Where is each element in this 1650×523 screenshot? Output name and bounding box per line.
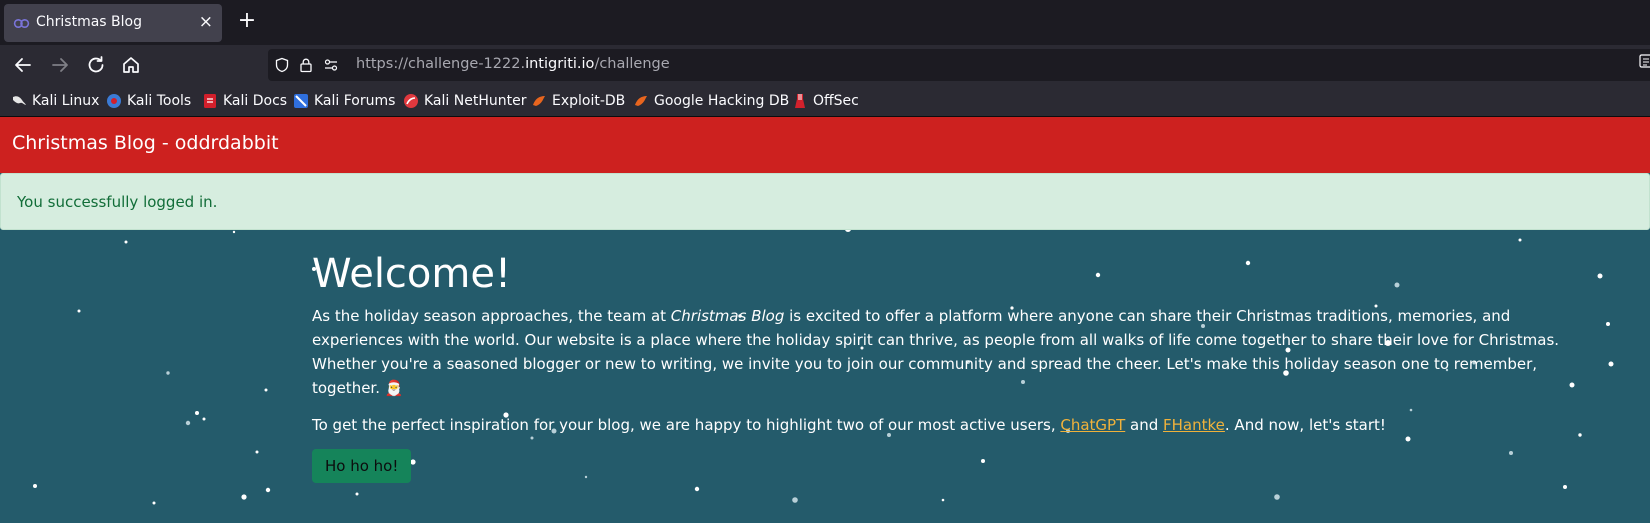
bookmark-label: Exploit-DB (552, 93, 626, 109)
bookmarks-toolbar: Kali Linux Kali Tools Kali Docs Kali For… (0, 85, 1650, 117)
welcome-section: Welcome! As the holiday season approache… (312, 250, 1602, 483)
permissions-icon[interactable] (323, 57, 339, 73)
kali-docs-icon (204, 94, 216, 108)
blog-name-emphasis: Christmas Blog (670, 307, 785, 325)
tab-title: Christmas Blog (36, 14, 142, 30)
bookmark-kali-nethunter[interactable]: Kali NetHunter (403, 91, 526, 111)
reload-icon[interactable] (84, 53, 108, 77)
nethunter-icon (404, 94, 418, 108)
bookmark-label: Kali NetHunter (424, 93, 527, 109)
exploit-db-icon (533, 96, 545, 106)
user-link-fhantke[interactable]: FHantke (1163, 416, 1225, 434)
bookmark-label: Kali Linux (32, 93, 100, 109)
browser-nav-bar: https://challenge-1222.intigriti.io/chal… (0, 45, 1650, 85)
kali-tools-icon (107, 94, 121, 108)
bookmark-kali-tools[interactable]: Kali Tools (106, 91, 191, 111)
browser-tab[interactable]: Christmas Blog × (4, 4, 222, 42)
bookmark-google-hacking-db[interactable]: Google Hacking DB (633, 91, 789, 111)
offsec-icon (795, 94, 805, 108)
kali-forums-icon (294, 94, 308, 108)
kali-dragon-icon (13, 96, 26, 105)
welcome-heading: Welcome! (312, 251, 512, 297)
site-favicon-icon (13, 18, 30, 29)
success-alert: You successfully logged in. (0, 173, 1650, 230)
bookmark-kali-docs[interactable]: Kali Docs (202, 91, 287, 111)
bookmark-offsec[interactable]: OffSec (792, 91, 859, 111)
forward-arrow-icon[interactable] (48, 53, 72, 77)
bookmark-label: OffSec (813, 93, 859, 109)
site-header: Christmas Blog - oddrdabbit (0, 117, 1650, 173)
home-icon[interactable] (119, 53, 143, 77)
bookmark-label: Google Hacking DB (654, 93, 790, 109)
ho-ho-ho-button[interactable]: Ho ho ho! (312, 449, 412, 483)
close-tab-icon[interactable]: × (199, 12, 213, 32)
reader-view-icon[interactable] (1638, 53, 1650, 69)
alert-message: You successfully logged in. (17, 193, 218, 211)
url-bar[interactable]: https://challenge-1222.intigriti.io/chal… (268, 49, 1650, 81)
intro-paragraph: As the holiday season approaches, the te… (312, 307, 1560, 397)
bookmark-label: Kali Forums (314, 93, 396, 109)
back-arrow-icon[interactable] (11, 53, 35, 77)
highlight-paragraph: To get the perfect inspiration for your … (312, 416, 1386, 434)
shield-icon[interactable] (274, 57, 290, 73)
new-tab-button[interactable]: + (235, 9, 259, 33)
bookmark-kali-forums[interactable]: Kali Forums (293, 91, 395, 111)
lock-icon[interactable] (298, 57, 314, 73)
browser-tab-bar: Christmas Blog × + (0, 0, 1650, 45)
url-text[interactable]: https://challenge-1222.intigriti.io/chal… (356, 56, 670, 72)
bookmark-label: Kali Tools (127, 93, 192, 109)
bookmark-exploit-db[interactable]: Exploit-DB (531, 91, 625, 111)
bookmark-kali-linux[interactable]: Kali Linux (11, 91, 99, 111)
user-link-chatgpt[interactable]: ChatGPT (1060, 416, 1125, 434)
ghdb-icon (635, 96, 647, 106)
bookmark-label: Kali Docs (223, 93, 288, 109)
site-title[interactable]: Christmas Blog - oddrdabbit (12, 132, 279, 154)
